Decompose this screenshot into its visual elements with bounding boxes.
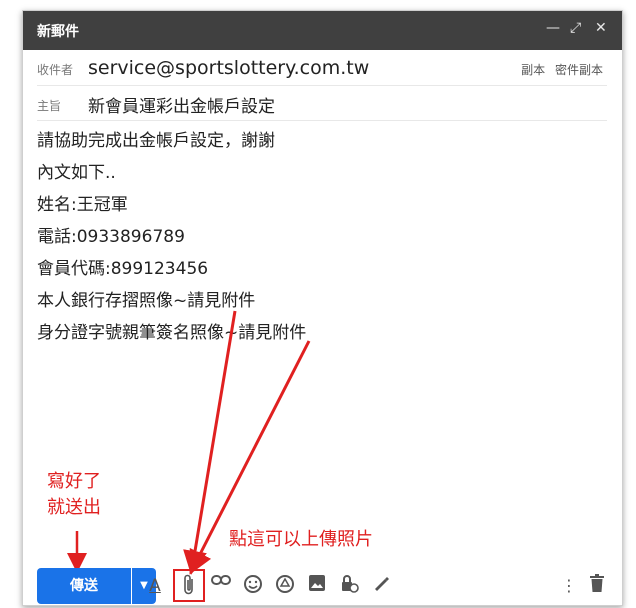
window-title: 新郵件: [37, 24, 79, 40]
compose-titlebar: 新郵件 — ⤢ ✕: [23, 11, 622, 50]
body-line: 身分證字號親筆簽名照像~請見附件: [37, 323, 307, 343]
recipients-row[interactable]: 收件者 service@sportslottery.com.tw 副本 密件副本: [37, 51, 607, 86]
body-line: 請協助完成出金帳戶設定，謝謝: [37, 131, 275, 151]
send-annotation-line: 寫好了: [47, 471, 101, 492]
body-line: 本人銀行存摺照像~請見附件: [37, 291, 256, 311]
link-icon[interactable]: [209, 574, 233, 598]
body-line: 會員代碼:899123456: [37, 259, 209, 279]
cc-link[interactable]: 副本: [521, 63, 545, 77]
trash-icon[interactable]: [585, 574, 609, 598]
attach-icon[interactable]: [177, 574, 201, 598]
send-annotation: 寫好了 就送出: [47, 469, 101, 521]
body-line: 姓名:王冠軍: [37, 195, 128, 215]
attach-annotation: 點這可以上傳照片: [229, 529, 373, 550]
drive-icon[interactable]: [273, 574, 297, 598]
subject-row[interactable]: 主旨 新會員運彩出金帳戶設定: [37, 86, 607, 121]
subject-label: 主旨: [37, 99, 62, 113]
body-line: 內文如下..: [37, 163, 116, 183]
send-annotation-line: 就送出: [47, 497, 101, 518]
emoji-icon[interactable]: [241, 574, 265, 598]
more-options-icon[interactable]: ⋮: [557, 574, 581, 598]
message-body[interactable]: 請協助完成出金帳戶設定，謝謝 內文如下.. 姓名:王冠軍 電話:09338967…: [37, 125, 306, 349]
body-line: 電話:0933896789: [37, 227, 185, 247]
to-field[interactable]: service@sportslottery.com.tw: [88, 57, 369, 79]
close-icon[interactable]: ✕: [595, 20, 607, 36]
expand-icon[interactable]: ⤢: [570, 20, 581, 36]
bcc-link[interactable]: 密件副本: [555, 63, 603, 77]
minimize-icon[interactable]: —: [546, 20, 560, 36]
subject-field[interactable]: 新會員運彩出金帳戶設定: [88, 92, 275, 117]
send-button[interactable]: 傳送: [37, 568, 131, 604]
photo-icon[interactable]: [305, 574, 329, 598]
confidential-icon[interactable]: [337, 574, 361, 598]
formatting-icon[interactable]: A: [143, 574, 167, 598]
cc-bcc-links: 副本 密件副本: [515, 61, 603, 78]
to-label: 收件者: [37, 63, 74, 77]
compose-window: 新郵件 — ⤢ ✕ 收件者 service@sportslottery.com.…: [22, 10, 623, 606]
signature-icon[interactable]: [369, 574, 393, 598]
